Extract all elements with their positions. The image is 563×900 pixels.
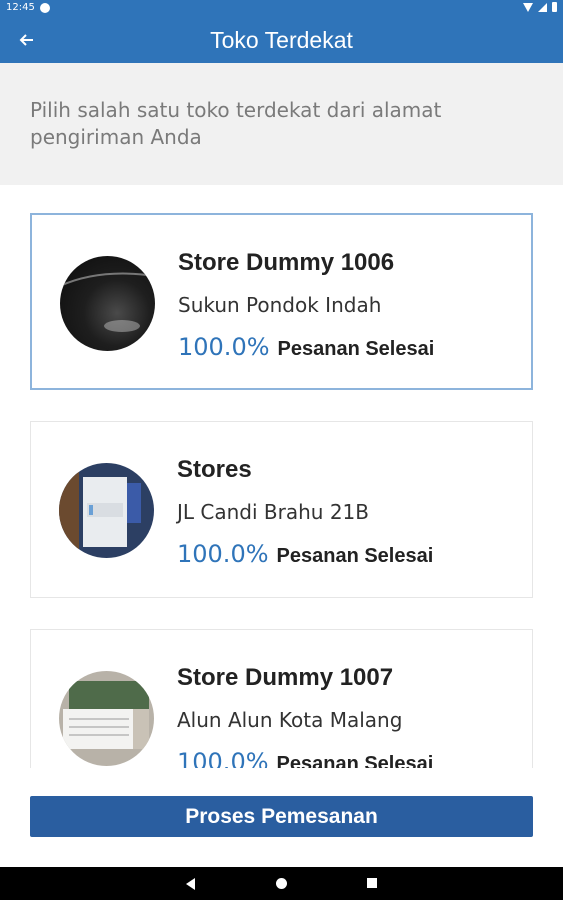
status-icons	[523, 2, 557, 12]
page-title: Toko Terdekat	[210, 27, 353, 53]
store-card[interactable]: Store Dummy 1007 Alun Alun Kota Malang 1…	[30, 629, 533, 768]
store-name: Store Dummy 1007	[177, 664, 394, 691]
app-notification-icon	[40, 3, 50, 13]
status-bar: 12:45	[0, 0, 563, 17]
store-address: JL Candi Brahu 21B	[177, 500, 369, 524]
store-completion: 100.0% Pesanan Selesai	[177, 748, 433, 768]
completion-label: Pesanan Selesai	[276, 753, 434, 768]
status-time: 12:45	[6, 2, 35, 13]
store-list[interactable]: Store Dummy 1006 Sukun Pondok Indah 100.…	[0, 185, 563, 768]
store-avatar	[59, 463, 154, 558]
store-address: Alun Alun Kota Malang	[177, 708, 403, 732]
completion-label: Pesanan Selesai	[277, 338, 435, 360]
intro-text: Pilih salah satu toko terdekat dari alam…	[30, 98, 442, 149]
signal-icon	[538, 2, 547, 12]
proceed-order-button[interactable]: Proses Pemesanan	[30, 796, 533, 837]
intro-section: Pilih salah satu toko terdekat dari alam…	[0, 63, 563, 185]
battery-icon	[552, 2, 557, 12]
back-triangle-icon[interactable]	[186, 878, 195, 890]
store-avatar	[60, 256, 155, 351]
completion-label: Pesanan Selesai	[276, 545, 434, 567]
store-address: Sukun Pondok Indah	[178, 293, 382, 317]
store-completion: 100.0% Pesanan Selesai	[178, 333, 434, 361]
completion-rate: 100.0%	[178, 333, 270, 361]
store-card[interactable]: Stores JL Candi Brahu 21B 100.0% Pesanan…	[30, 421, 533, 598]
store-completion: 100.0% Pesanan Selesai	[177, 540, 433, 568]
system-nav-bar	[0, 867, 563, 900]
store-name: Store Dummy 1006	[178, 249, 395, 276]
wifi-icon	[523, 2, 533, 12]
completion-rate: 100.0%	[177, 540, 269, 568]
home-circle-icon[interactable]	[276, 878, 287, 889]
recents-square-icon[interactable]	[367, 878, 377, 888]
store-card[interactable]: Store Dummy 1006 Sukun Pondok Indah 100.…	[30, 213, 533, 390]
store-avatar	[59, 671, 154, 766]
completion-rate: 100.0%	[177, 748, 269, 768]
store-name: Stores	[177, 456, 252, 483]
app-bar: Toko Terdekat	[0, 17, 563, 63]
